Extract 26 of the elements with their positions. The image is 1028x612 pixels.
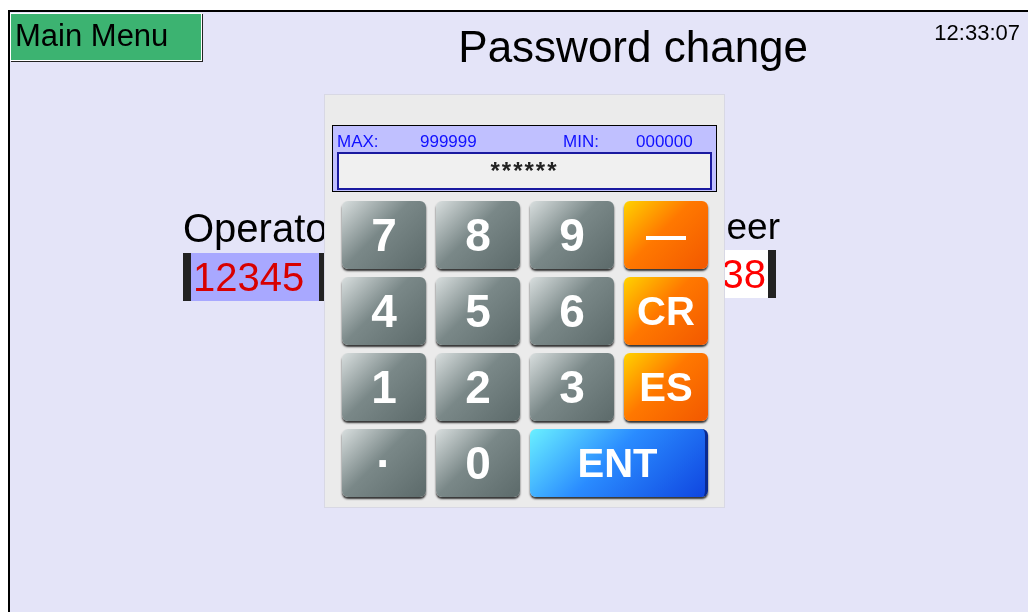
keypad-key[interactable]: 8 [436, 201, 520, 269]
field-label: Operato [183, 206, 328, 251]
keypad-key[interactable]: 1 [342, 353, 426, 421]
password-field[interactable]: ****** [337, 152, 712, 190]
keypad-key[interactable]: ES [624, 353, 708, 421]
min-value: 000000 [636, 131, 694, 152]
enter-key[interactable]: ENT [530, 429, 708, 497]
value-field[interactable]: 12345 [183, 253, 327, 301]
screen-title: Password change [457, 22, 810, 72]
keypad-key[interactable]: 9 [530, 201, 614, 269]
keypad-key[interactable]: 3 [530, 353, 614, 421]
keypad-key[interactable]: 7 [342, 201, 426, 269]
keypad-key[interactable]: — [624, 201, 708, 269]
max-label: MAX: [337, 132, 380, 152]
keypad-key[interactable]: 0 [436, 429, 520, 497]
main-menu-button[interactable]: Main Menu [10, 13, 202, 61]
keypad-key[interactable]: 6 [530, 277, 614, 345]
clock-time: 12:33:07 [934, 20, 1020, 46]
min-label: MIN: [563, 132, 600, 152]
keypad-key[interactable]: 5 [436, 277, 520, 345]
field-label: eer [725, 206, 780, 248]
keypad-key[interactable]: CR [624, 277, 708, 345]
keypad-key[interactable]: 2 [436, 353, 520, 421]
max-value: 999999 [420, 131, 478, 152]
keypad-key[interactable]: 4 [342, 277, 426, 345]
keypad-key[interactable]: · [342, 429, 426, 497]
